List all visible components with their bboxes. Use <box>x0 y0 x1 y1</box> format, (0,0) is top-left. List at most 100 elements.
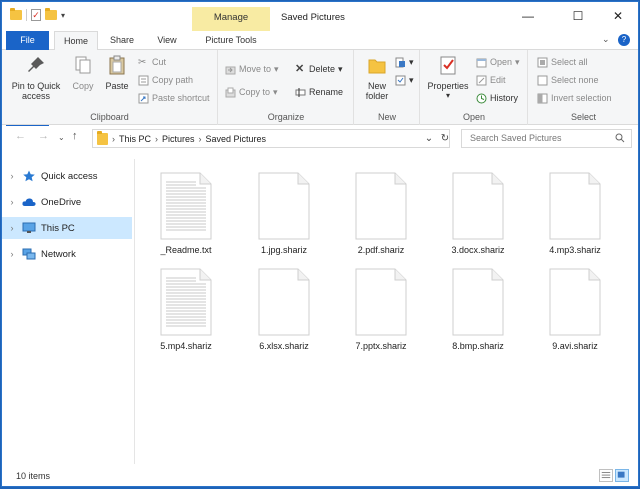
open-button[interactable]: Open ▾ <box>476 55 520 69</box>
file-item[interactable]: 2.pdf.shariz <box>335 162 427 260</box>
new-item-button[interactable]: ▾ <box>395 55 414 69</box>
pin-quick-access-button[interactable]: Pin to Quick access <box>8 54 64 101</box>
explorer-window: ✓ ▾ Manage Saved Pictures — ☐ ✕ File Hom… <box>1 1 639 487</box>
delete-button[interactable]: ✕ Delete ▾ <box>295 62 343 76</box>
maximize-button[interactable]: ☐ <box>556 2 600 31</box>
nav-item-quick-access[interactable]: › Quick access <box>2 165 132 187</box>
file-item[interactable]: 7.pptx.shariz <box>335 258 427 356</box>
rename-icon <box>295 87 306 97</box>
easy-access-icon <box>395 75 406 85</box>
tab-picture-tools[interactable]: Picture Tools <box>192 31 270 50</box>
chevron-down-icon: ▾ <box>273 87 278 97</box>
copy-path-button[interactable]: Copy path <box>138 73 193 87</box>
select-all-icon <box>537 57 548 67</box>
refresh-button[interactable]: ↻ <box>436 129 454 148</box>
easy-access-button[interactable]: ▾ <box>395 73 414 87</box>
nav-label: OneDrive <box>41 196 82 208</box>
large-icons-view-button[interactable] <box>615 469 629 482</box>
network-icon <box>22 248 36 260</box>
chevron-right-icon[interactable]: › <box>2 249 18 259</box>
file-item[interactable]: 8.bmp.shariz <box>432 258 524 356</box>
file-item[interactable]: 1.jpg.shariz <box>238 162 330 260</box>
blank-document-icon <box>452 268 504 336</box>
search-icon <box>615 133 625 143</box>
back-button[interactable]: ← <box>15 130 26 142</box>
copy-to-label: Copy to <box>239 87 271 97</box>
nav-item-network[interactable]: › Network <box>2 243 132 265</box>
invert-selection-button[interactable]: Invert selection <box>537 91 612 105</box>
close-button[interactable]: ✕ <box>596 2 638 31</box>
paste-button[interactable]: Paste <box>102 54 132 91</box>
customize-toolbar-dropdown-icon[interactable]: ▾ <box>61 11 65 20</box>
nav-item-onedrive[interactable]: › OneDrive <box>2 191 132 213</box>
navigation-pane: › Quick access › OneDrive › This PC › Ne… <box>2 159 135 464</box>
file-item[interactable]: 5.mp4.shariz <box>140 258 232 356</box>
copy-icon <box>75 56 91 74</box>
file-item[interactable]: 6.xlsx.shariz <box>238 258 330 356</box>
folder-icon <box>97 130 108 145</box>
file-item[interactable]: 9.avi.shariz <box>529 258 621 356</box>
recent-locations-button[interactable]: ⌄ <box>58 133 65 142</box>
properties-button[interactable]: Properties ▾ <box>425 54 471 101</box>
paste-shortcut-button[interactable]: Paste shortcut <box>138 91 210 105</box>
paste-shortcut-label: Paste shortcut <box>152 93 210 103</box>
open-label: Open <box>490 57 513 67</box>
nav-label: Quick access <box>41 170 98 182</box>
select-none-button[interactable]: Select none <box>537 73 599 87</box>
nav-item-this-pc[interactable]: › This PC <box>2 217 132 239</box>
tab-share[interactable]: Share <box>102 31 142 50</box>
edit-icon <box>476 75 487 85</box>
open-group: Properties ▾ Open ▾ Edit History Open <box>421 50 528 125</box>
cut-button[interactable]: ✂ Cut <box>138 55 166 69</box>
file-item[interactable]: 4.mp3.shariz <box>529 162 621 260</box>
select-all-label: Select all <box>551 57 588 67</box>
history-button[interactable]: History <box>476 91 518 105</box>
tab-home[interactable]: Home <box>54 31 98 51</box>
up-button[interactable]: ↑ <box>72 130 78 142</box>
copy-path-label: Copy path <box>152 75 194 85</box>
file-item[interactable]: 3.docx.shariz <box>432 162 524 260</box>
tab-view[interactable]: View <box>146 31 188 50</box>
select-all-button[interactable]: Select all <box>537 55 588 69</box>
select-none-label: Select none <box>551 75 599 85</box>
manage-context-tab[interactable]: Manage <box>192 7 270 31</box>
breadcrumb-pictures[interactable]: Pictures <box>162 134 195 144</box>
copy-to-button[interactable]: Copy to ▾ <box>225 85 278 99</box>
move-to-button[interactable]: Move to ▾ <box>225 62 279 76</box>
address-bar[interactable]: › This PC › Pictures › Saved Pictures <box>92 129 450 148</box>
chevron-right-icon[interactable]: › <box>2 223 18 233</box>
text-document-icon <box>160 268 212 336</box>
cloud-icon <box>22 198 36 206</box>
new-folder-button[interactable]: New folder <box>359 54 395 101</box>
breadcrumb-this-pc[interactable]: This PC <box>119 134 151 144</box>
file-item[interactable]: _Readme.txt <box>140 162 232 260</box>
chevron-down-icon[interactable]: ⌄ <box>602 34 610 44</box>
copy-button[interactable]: Copy <box>66 54 100 91</box>
new-folder-icon[interactable] <box>45 8 57 20</box>
new-folder-icon <box>368 59 386 74</box>
chevron-right-icon[interactable]: › <box>2 197 18 207</box>
blank-document-icon <box>549 172 601 240</box>
edit-button[interactable]: Edit <box>476 73 506 87</box>
forward-button[interactable]: → <box>38 130 49 142</box>
item-count: 10 items <box>16 471 51 481</box>
chevron-right-icon: › <box>112 133 115 144</box>
move-to-label: Move to <box>239 64 272 74</box>
blank-document-icon <box>452 172 504 240</box>
nav-label: Network <box>41 248 76 260</box>
breadcrumb-saved-pictures[interactable]: Saved Pictures <box>206 134 267 144</box>
history-icon <box>476 93 487 103</box>
nav-label: This PC <box>41 222 75 234</box>
help-icon[interactable]: ? <box>618 34 630 46</box>
move-to-icon <box>225 66 236 74</box>
minimize-button[interactable]: — <box>506 2 550 31</box>
rename-button[interactable]: Rename <box>295 85 343 99</box>
chevron-right-icon[interactable]: › <box>2 171 18 181</box>
properties-check-icon[interactable]: ✓ <box>31 9 41 21</box>
file-name: 7.pptx.shariz <box>355 341 407 351</box>
details-view-button[interactable] <box>599 469 613 482</box>
clipboard-group-label: Clipboard <box>90 112 129 122</box>
search-input[interactable]: Search Saved Pictures <box>461 129 632 148</box>
file-name: 2.pdf.shariz <box>357 245 405 255</box>
blank-document-icon <box>549 268 601 336</box>
